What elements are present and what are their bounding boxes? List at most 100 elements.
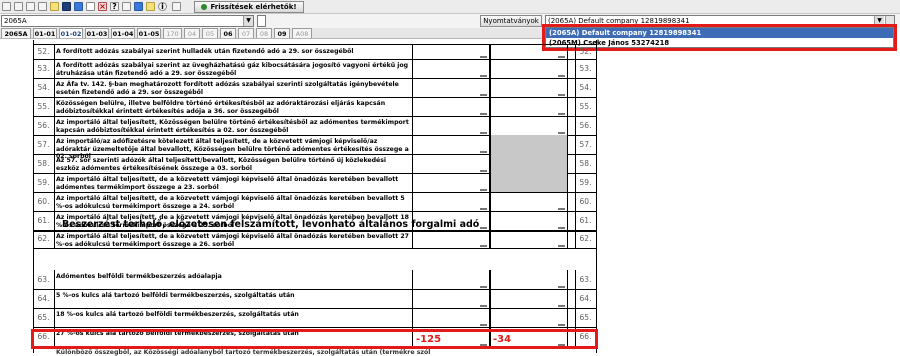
tax-amount-field[interactable] xyxy=(490,192,568,211)
base-amount-field[interactable] xyxy=(412,116,490,135)
base-amount-field[interactable] xyxy=(412,45,490,59)
field-marker xyxy=(480,189,487,191)
row-number-divider xyxy=(54,289,55,308)
tab-01-03[interactable]: 01-03 xyxy=(85,28,109,38)
excel-icon[interactable] xyxy=(62,2,71,11)
row-number: 54. xyxy=(37,82,50,92)
info-icon[interactable]: i xyxy=(158,2,167,11)
row-divider xyxy=(33,248,596,249)
row-number-divider xyxy=(54,211,55,230)
row-number: 65. xyxy=(37,312,50,322)
row-number: 62. xyxy=(37,234,50,243)
tax-amount-field[interactable] xyxy=(490,230,568,248)
chevron-down-icon[interactable]: ▼ xyxy=(243,16,253,26)
row-number: 58. xyxy=(37,158,50,168)
form-doc-button[interactable] xyxy=(257,15,266,27)
delete-icon[interactable]: × xyxy=(98,2,107,11)
field-marker xyxy=(480,75,487,77)
chevron-down-icon[interactable]: ▼ xyxy=(874,16,884,26)
print-icon[interactable] xyxy=(74,2,83,11)
company-option[interactable]: (2065A) Default company 12819898341 xyxy=(546,28,893,38)
tab-01-04[interactable]: 01-04 xyxy=(111,28,135,38)
tax-amount-field[interactable] xyxy=(490,116,568,135)
row-label: Adómentes belföldi termékbeszerzés adóal… xyxy=(56,273,222,280)
settings-icon[interactable] xyxy=(146,2,155,11)
field-marker xyxy=(558,113,565,115)
tab-04[interactable]: 04 xyxy=(184,28,200,38)
tab-170[interactable]: 170 xyxy=(163,28,182,38)
tab-2065a[interactable]: 2065A xyxy=(1,28,31,38)
row-number: 63. xyxy=(37,274,50,284)
tab-01-05[interactable]: 01-05 xyxy=(137,28,161,38)
new-doc-icon[interactable] xyxy=(2,2,11,11)
field-marker xyxy=(480,324,487,326)
tab-01-01[interactable]: 01-01 xyxy=(33,28,57,38)
row-number: 53. xyxy=(579,63,592,73)
save-as-icon[interactable] xyxy=(38,2,47,11)
form-select[interactable]: 2065A ▼ xyxy=(1,15,254,27)
base-amount-field[interactable] xyxy=(412,308,490,327)
nyomtatvanyok-button[interactable]: Nyomtatványok xyxy=(480,15,542,27)
users-icon[interactable] xyxy=(134,2,143,11)
field-marker xyxy=(558,324,565,326)
next-icon[interactable] xyxy=(172,2,181,11)
tax-amount-field[interactable] xyxy=(490,97,568,116)
toolbar: × ? i Frissítések elérhetők! xyxy=(0,0,900,14)
base-amount-field[interactable] xyxy=(412,97,490,116)
tax-amount-field[interactable] xyxy=(490,270,568,289)
row-number: 56. xyxy=(37,120,50,130)
tab-01-02[interactable]: 01-02 xyxy=(59,28,83,38)
row-number: 63. xyxy=(579,274,592,284)
open-doc-icon[interactable] xyxy=(14,2,23,11)
side-button[interactable] xyxy=(885,16,894,26)
row-number: 54. xyxy=(579,82,592,92)
tax-amount-field xyxy=(490,135,568,154)
tax-amount-field[interactable] xyxy=(490,211,568,230)
field-marker xyxy=(480,170,487,172)
save-doc-icon[interactable] xyxy=(26,2,35,11)
row-number-divider xyxy=(54,230,55,248)
row-number: 61. xyxy=(37,215,50,225)
base-amount-field[interactable] xyxy=(412,59,490,78)
base-amount-field[interactable] xyxy=(412,192,490,211)
validate-icon[interactable] xyxy=(86,2,95,11)
tab-09[interactable]: 09 xyxy=(274,28,290,38)
company-option[interactable]: (2065M) Cseke János 53274218 xyxy=(546,38,893,48)
row-label: Az importáló által teljesített, de a köz… xyxy=(56,176,399,191)
tab-05[interactable]: 05 xyxy=(202,28,218,38)
field-marker xyxy=(558,75,565,77)
base-amount-field[interactable] xyxy=(412,270,490,289)
tab-a08[interactable]: A08 xyxy=(292,28,312,38)
tab-06[interactable]: 06 xyxy=(220,28,236,38)
row-label: Az importáló által teljesített, de a köz… xyxy=(56,233,409,248)
tax-amount-field[interactable] xyxy=(490,59,568,78)
row-number: 52. xyxy=(579,47,592,56)
tax-amount-field[interactable] xyxy=(490,45,568,59)
row-number: 58. xyxy=(579,158,592,168)
updates-available-button[interactable]: Frissítések elérhetők! xyxy=(194,1,304,13)
company-select[interactable]: (2065A) Default company 12819898341 ▼ xyxy=(545,15,895,27)
base-amount-field[interactable] xyxy=(412,289,490,308)
tab-07[interactable]: 07 xyxy=(238,28,254,38)
field-marker xyxy=(558,56,565,58)
help-icon[interactable]: ? xyxy=(110,2,119,11)
tax-amount-field[interactable] xyxy=(490,308,568,327)
row-number: 61. xyxy=(579,215,592,225)
row-number: 62. xyxy=(579,234,592,243)
field-marker xyxy=(558,132,565,134)
base-amount-field[interactable] xyxy=(412,230,490,248)
base-amount-field[interactable] xyxy=(412,78,490,97)
tax-amount-field[interactable] xyxy=(490,289,568,308)
row-number: 59. xyxy=(37,177,50,187)
check-icon[interactable] xyxy=(50,2,59,11)
row-label: Az importáló által teljesített, de a köz… xyxy=(56,195,405,210)
tax-amount-field[interactable] xyxy=(490,78,568,97)
field-marker xyxy=(480,208,487,210)
base-amount-field[interactable] xyxy=(412,135,490,154)
base-amount-field[interactable] xyxy=(412,173,490,192)
tab-08[interactable]: 08 xyxy=(256,28,272,38)
row-highlight xyxy=(31,329,598,349)
mail-icon[interactable] xyxy=(122,2,131,11)
base-amount-field[interactable] xyxy=(412,154,490,173)
row-number: 55. xyxy=(37,101,50,111)
